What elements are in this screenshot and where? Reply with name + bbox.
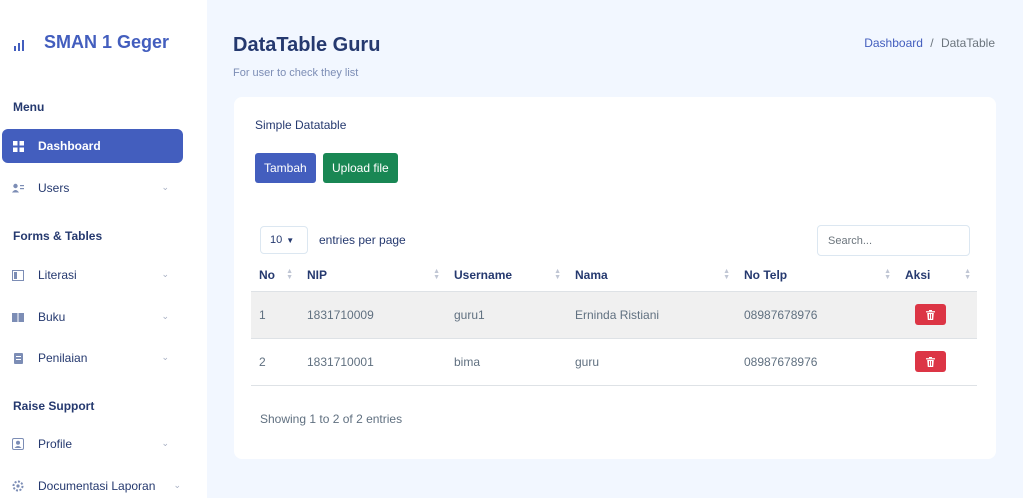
sidebar-section-menu: Menu bbox=[13, 100, 45, 114]
sidebar-item-label: Dashboard bbox=[38, 139, 101, 153]
sidebar-item-penilaian[interactable]: Penilaian ⌄ bbox=[2, 341, 183, 375]
bar-chart-icon bbox=[14, 35, 30, 51]
page-title: DataTable Guru bbox=[233, 34, 381, 56]
column-label: Username bbox=[454, 268, 513, 283]
sidebar-section-forms: Forms & Tables bbox=[13, 229, 103, 243]
gear-icon bbox=[12, 480, 24, 492]
grid-icon bbox=[12, 140, 24, 152]
table-row: 2 1831710001 bima guru 08987678976 bbox=[251, 338, 977, 386]
entries-value: 10 bbox=[270, 234, 283, 246]
sort-icon: ▲ ▼ bbox=[433, 268, 440, 281]
chevron-down-icon: ⌄ bbox=[161, 352, 169, 362]
cell-nip: 1831710001 bbox=[299, 338, 446, 386]
person-badge-icon bbox=[12, 438, 24, 450]
column-header-nama[interactable]: Nama ▲ ▼ bbox=[567, 260, 736, 292]
cell-telp: 08987678976 bbox=[736, 338, 897, 386]
breadcrumb-current: DataTable bbox=[940, 36, 995, 50]
table-info: Showing 1 to 2 of 2 entries bbox=[260, 412, 403, 426]
sidebar: SMAN 1 Geger Menu Dashboard Users ⌄ Form… bbox=[0, 0, 207, 498]
sidebar-item-label: Documentasi Laporan bbox=[38, 479, 156, 493]
column-header-no-telp[interactable]: No Telp ▲ ▼ bbox=[736, 260, 897, 292]
cell-aksi bbox=[897, 338, 977, 386]
users-icon bbox=[12, 182, 24, 194]
sidebar-item-buku[interactable]: Buku ⌄ bbox=[2, 300, 183, 334]
cell-telp: 08987678976 bbox=[736, 291, 897, 339]
sidebar-item-label: Literasi bbox=[38, 268, 77, 282]
chevron-down-icon: ⌄ bbox=[173, 480, 181, 490]
sidebar-item-profile[interactable]: Profile ⌄ bbox=[2, 427, 183, 461]
sort-icon: ▲ ▼ bbox=[286, 268, 293, 281]
chevron-down-icon: ⌄ bbox=[161, 311, 169, 321]
brand[interactable]: SMAN 1 Geger bbox=[14, 32, 169, 53]
cell-username: bima bbox=[446, 338, 567, 386]
card-title: Simple Datatable bbox=[255, 118, 347, 132]
upload-file-button[interactable]: Upload file bbox=[323, 153, 398, 183]
table-header-row: No ▲ ▼ NIP ▲ ▼ Username ▲ ▼ Nama ▲ ▼ No Telp ▲ ▼ A… bbox=[251, 260, 977, 292]
entries-per-page-label: entries per page bbox=[319, 233, 406, 247]
column-label: Nama bbox=[575, 268, 608, 283]
cell-nip: 1831710009 bbox=[299, 291, 446, 339]
breadcrumb-home-link[interactable]: Dashboard bbox=[864, 36, 923, 50]
sidebar-item-label: Profile bbox=[38, 437, 73, 451]
book-icon bbox=[12, 311, 24, 323]
guru-table: No ▲ ▼ NIP ▲ ▼ Username ▲ ▼ Nama ▲ ▼ No Telp ▲ ▼ A… bbox=[251, 260, 977, 386]
page-subtitle: For user to check they list bbox=[233, 67, 359, 79]
cell-nama: guru bbox=[567, 338, 736, 386]
column-header-no[interactable]: No ▲ ▼ bbox=[251, 260, 299, 292]
sidebar-item-dashboard[interactable]: Dashboard bbox=[2, 129, 183, 163]
breadcrumb-separator: / bbox=[930, 36, 934, 50]
book-open-icon bbox=[12, 269, 24, 281]
sidebar-item-users[interactable]: Users ⌄ bbox=[2, 171, 183, 205]
column-label: No Telp bbox=[744, 268, 788, 283]
brand-title: SMAN 1 Geger bbox=[44, 32, 170, 52]
chevron-down-icon: ⌄ bbox=[161, 438, 169, 448]
sidebar-item-documentasi[interactable]: Documentasi Laporan ⌄ bbox=[2, 469, 183, 498]
sort-icon: ▲ ▼ bbox=[884, 268, 891, 281]
search-input[interactable] bbox=[817, 225, 970, 256]
document-icon bbox=[12, 352, 24, 364]
chevron-down-icon: ▼ bbox=[286, 235, 295, 245]
trash-icon bbox=[926, 309, 935, 320]
sidebar-item-label: Buku bbox=[38, 310, 66, 324]
chevron-down-icon: ⌄ bbox=[161, 182, 169, 192]
delete-button[interactable] bbox=[915, 351, 946, 372]
sidebar-item-literasi[interactable]: Literasi ⌄ bbox=[2, 258, 183, 292]
column-label: No bbox=[259, 268, 275, 283]
column-header-nip[interactable]: NIP ▲ ▼ bbox=[299, 260, 446, 292]
table-row: 1 1831710009 guru1 Erninda Ristiani 0898… bbox=[251, 291, 977, 339]
breadcrumb: Dashboard / DataTable bbox=[864, 36, 995, 50]
sidebar-item-label: Penilaian bbox=[38, 351, 88, 365]
cell-no: 2 bbox=[251, 338, 299, 386]
sort-icon: ▲ ▼ bbox=[554, 268, 561, 281]
cell-aksi bbox=[897, 291, 977, 339]
cell-username: guru1 bbox=[446, 291, 567, 339]
sidebar-section-support: Raise Support bbox=[13, 399, 95, 413]
delete-button[interactable] bbox=[915, 304, 946, 325]
trash-icon bbox=[926, 356, 935, 367]
entries-per-page-select[interactable]: 10 ▼ bbox=[260, 226, 308, 254]
add-button[interactable]: Tambah bbox=[255, 153, 316, 183]
column-header-aksi[interactable]: Aksi ▲ ▼ bbox=[897, 260, 977, 292]
column-label: Aksi bbox=[905, 268, 931, 283]
column-header-username[interactable]: Username ▲ ▼ bbox=[446, 260, 567, 292]
sort-icon: ▲ ▼ bbox=[723, 268, 730, 281]
sidebar-item-label: Users bbox=[38, 181, 70, 195]
chevron-down-icon: ⌄ bbox=[161, 269, 169, 279]
cell-no: 1 bbox=[251, 291, 299, 339]
cell-nama: Erninda Ristiani bbox=[567, 291, 736, 339]
sort-icon: ▲ ▼ bbox=[964, 268, 971, 281]
column-label: NIP bbox=[307, 268, 328, 283]
datatable-card: Simple Datatable Tambah Upload file 10 ▼… bbox=[234, 97, 996, 459]
